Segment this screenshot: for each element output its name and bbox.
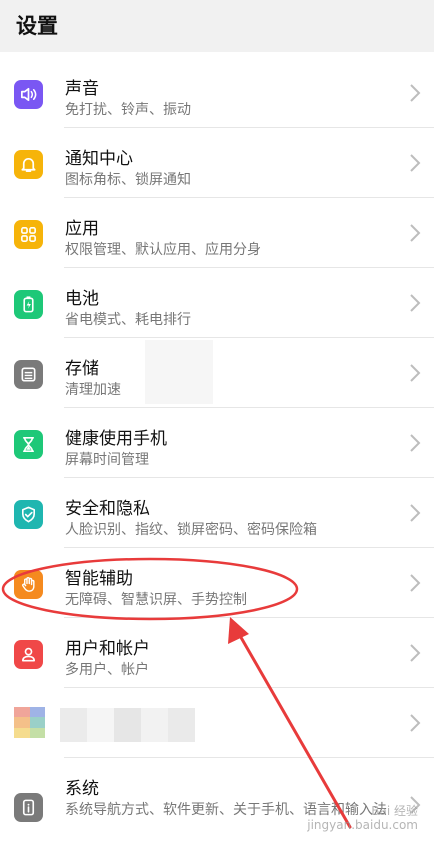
settings-item-health[interactable]: 健康使用手机 屏幕时间管理: [0, 408, 434, 478]
chevron-right-icon: [408, 433, 422, 453]
settings-item-label: 电池: [65, 289, 99, 309]
settings-item-storage[interactable]: 存储 清理加速: [0, 338, 434, 408]
blur-patch: [145, 340, 213, 404]
chevron-right-icon: [408, 223, 422, 243]
settings-item-label: 通知中心: [65, 149, 133, 169]
settings-item-subtitle: 省电模式、耗电排行: [65, 312, 191, 328]
settings-item-label: 健康使用手机: [65, 429, 167, 449]
settings-item-subtitle: 多用户、帐户: [65, 662, 149, 678]
settings-item-security[interactable]: 安全和隐私 人脸识别、指纹、锁屏密码、密码保险箱: [0, 478, 434, 548]
settings-item-label: 声音: [65, 79, 99, 99]
settings-item-label: 安全和隐私: [65, 499, 150, 519]
battery-icon: [14, 290, 43, 319]
chevron-right-icon: [408, 713, 422, 733]
settings-item-label: 存储: [65, 359, 99, 379]
settings-item-subtitle: 图标角标、锁屏通知: [65, 172, 191, 188]
watermark-line-1: Bai 经验: [371, 804, 418, 818]
apps-grid-icon: [14, 220, 43, 249]
settings-item-subtitle: 人脸识别、指纹、锁屏密码、密码保险箱: [65, 522, 317, 538]
info-phone-icon: [14, 793, 43, 822]
settings-item-subtitle: 权限管理、默认应用、应用分身: [65, 242, 261, 258]
chevron-right-icon: [408, 83, 422, 103]
hourglass-icon: [14, 430, 43, 459]
watermark-line-2: jingyan.baidu.com: [307, 818, 418, 832]
chevron-right-icon: [408, 293, 422, 313]
chevron-right-icon: [408, 573, 422, 593]
settings-item-label: 系统: [65, 779, 99, 799]
settings-item-battery[interactable]: 电池 省电模式、耗电排行: [0, 268, 434, 338]
blurred-avatar-icon: [14, 707, 45, 738]
chevron-right-icon: [408, 503, 422, 523]
settings-item-apps[interactable]: 应用 权限管理、默认应用、应用分身: [0, 198, 434, 268]
chevron-right-icon: [408, 643, 422, 663]
chevron-right-icon: [408, 363, 422, 383]
settings-item-label: 用户和帐户: [65, 639, 150, 659]
settings-item-label: 应用: [65, 219, 99, 239]
settings-item-sound[interactable]: 声音 免打扰、铃声、振动: [0, 58, 434, 128]
page-title: 设置: [16, 14, 58, 38]
settings-item-subtitle: 免打扰、铃声、振动: [65, 102, 191, 118]
settings-item-subtitle: 屏幕时间管理: [65, 452, 149, 468]
app-header: 设置: [0, 0, 434, 52]
blurred-text: [60, 708, 195, 742]
chevron-right-icon: [408, 153, 422, 173]
watermark: Bai 经验 jingyan.baidu.com: [307, 804, 418, 832]
shield-icon: [14, 500, 43, 529]
speaker-icon: [14, 80, 43, 109]
storage-icon: [14, 360, 43, 389]
settings-item-subtitle: 清理加速: [65, 382, 121, 398]
bell-icon: [14, 150, 43, 179]
settings-item-notifications[interactable]: 通知中心 图标角标、锁屏通知: [0, 128, 434, 198]
user-icon: [14, 640, 43, 669]
